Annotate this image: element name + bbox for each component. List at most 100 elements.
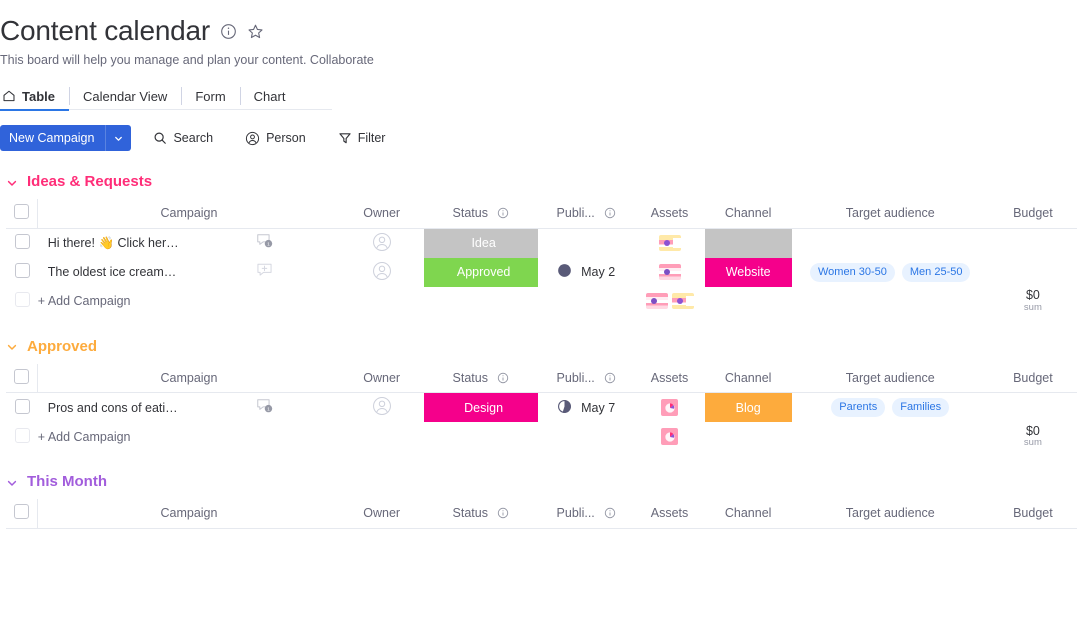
column-header-channel[interactable]: Channel [705, 499, 792, 528]
channel-cell[interactable] [705, 228, 792, 258]
owner-cell[interactable] [340, 228, 424, 258]
search-button[interactable]: Search [143, 125, 223, 151]
campaign-name-cell[interactable]: The oldest ice cream maker alive shares … [38, 258, 189, 287]
asset-thumbnail[interactable] [659, 264, 681, 280]
status-pill[interactable]: Approved [424, 258, 544, 287]
owner-cell[interactable] [340, 393, 424, 423]
conversation-cell[interactable]: 1 [189, 228, 340, 258]
info-circle-icon[interactable] [220, 23, 237, 40]
column-info-icon[interactable] [604, 507, 616, 519]
audience-tag[interactable]: Parents [831, 398, 885, 417]
channel-pill[interactable]: Blog [705, 393, 792, 422]
add-comment-icon[interactable] [255, 269, 274, 283]
budget-cell[interactable] [989, 393, 1077, 423]
row-checkbox[interactable] [14, 504, 29, 519]
tab-form[interactable]: Form [181, 82, 239, 110]
column-header-publish[interactable]: Publi... [538, 499, 634, 528]
channel-pill-empty[interactable] [705, 229, 792, 258]
row-checkbox[interactable] [15, 234, 30, 249]
channel-pill[interactable]: Website [705, 258, 792, 287]
publish-cell[interactable]: May 7 [538, 393, 634, 423]
column-info-icon[interactable] [497, 207, 509, 219]
channel-cell[interactable]: Website [705, 258, 792, 287]
row-select-cell[interactable] [6, 258, 37, 287]
group-header[interactable]: Ideas & Requests [0, 173, 1077, 190]
column-header-channel[interactable]: Channel [705, 364, 792, 393]
person-button[interactable]: Person [235, 125, 316, 151]
publish-date[interactable]: May 7 [538, 399, 634, 417]
comment-bubble-icon[interactable]: 1 [255, 240, 274, 254]
select-all-cell[interactable] [6, 364, 37, 393]
audience-cell[interactable]: Women 30-50Men 25-50 [792, 258, 989, 287]
status-pill[interactable]: Design [424, 393, 544, 422]
table-row[interactable]: Pros and cons of eating ice cream in the… [0, 393, 1077, 423]
asset-thumbnail[interactable] [661, 428, 678, 445]
assets-cell[interactable] [634, 258, 704, 287]
status-cell[interactable]: Idea [424, 228, 538, 258]
column-header-assets[interactable]: Assets [634, 199, 704, 228]
avatar-placeholder-icon[interactable] [372, 261, 392, 281]
row-checkbox[interactable] [15, 292, 30, 307]
column-header-budget[interactable]: Budget [989, 364, 1077, 393]
budget-cell[interactable] [989, 258, 1077, 287]
status-cell[interactable]: Approved [424, 258, 538, 287]
select-all-cell[interactable] [6, 199, 37, 228]
column-header-status[interactable]: Status [424, 364, 538, 393]
publish-date[interactable]: May 2 [538, 263, 634, 281]
audience-tag[interactable]: Women 30-50 [810, 263, 895, 282]
status-cell[interactable]: Design [424, 393, 538, 423]
add-campaign-row[interactable]: + Add Campaign$0sum [0, 422, 1077, 451]
tab-chart[interactable]: Chart [240, 82, 300, 110]
row-select-cell[interactable] [6, 393, 37, 423]
add-campaign-button[interactable]: + Add Campaign [38, 422, 189, 451]
column-info-icon[interactable] [604, 207, 616, 219]
column-info-icon[interactable] [497, 507, 509, 519]
row-checkbox[interactable] [15, 428, 30, 443]
column-header-owner[interactable]: Owner [340, 499, 424, 528]
row-select-cell[interactable] [6, 228, 37, 258]
column-header-budget[interactable]: Budget [989, 199, 1077, 228]
star-icon[interactable] [247, 23, 264, 40]
conversation-cell[interactable]: 1 [189, 393, 340, 423]
chevron-down-icon[interactable] [105, 125, 131, 151]
column-header-owner[interactable]: Owner [340, 199, 424, 228]
column-header-channel[interactable]: Channel [705, 199, 792, 228]
column-header-campaign[interactable]: Campaign [38, 499, 340, 528]
tab-calendar-view[interactable]: Calendar View [69, 82, 181, 110]
select-all-cell[interactable] [6, 499, 37, 528]
campaign-name-cell[interactable]: Pros and cons of eating ice cream in the… [38, 393, 189, 423]
column-header-budget[interactable]: Budget [989, 499, 1077, 528]
channel-cell[interactable]: Blog [705, 393, 792, 423]
column-header-status[interactable]: Status [424, 199, 538, 228]
column-header-audience[interactable]: Target audience [792, 199, 989, 228]
status-pill[interactable]: Idea [424, 229, 544, 258]
table-row[interactable]: Hi there! 👋 Click here for more informat… [0, 228, 1077, 258]
column-header-assets[interactable]: Assets [634, 499, 704, 528]
assets-cell[interactable] [634, 228, 704, 258]
avatar-placeholder-icon[interactable] [372, 396, 392, 416]
add-campaign-row[interactable]: + Add Campaign$0sum [0, 287, 1077, 316]
column-header-assets[interactable]: Assets [634, 364, 704, 393]
row-checkbox[interactable] [15, 263, 30, 278]
avatar-placeholder-icon[interactable] [372, 232, 392, 252]
column-header-audience[interactable]: Target audience [792, 499, 989, 528]
assets-cell[interactable] [634, 393, 704, 423]
column-info-icon[interactable] [497, 372, 509, 384]
new-campaign-button[interactable]: New Campaign [0, 125, 131, 151]
publish-cell[interactable]: May 2 [538, 258, 634, 287]
group-header[interactable]: This Month [0, 473, 1077, 490]
column-info-icon[interactable] [604, 372, 616, 384]
column-header-publish[interactable]: Publi... [538, 199, 634, 228]
column-header-owner[interactable]: Owner [340, 364, 424, 393]
asset-thumbnail[interactable] [659, 235, 681, 251]
filter-button[interactable]: Filter [328, 125, 396, 151]
audience-cell[interactable]: ParentsFamilies [792, 393, 989, 423]
comment-bubble-icon[interactable]: 1 [255, 405, 274, 419]
group-header[interactable]: Approved [0, 338, 1077, 355]
row-checkbox[interactable] [14, 204, 29, 219]
column-header-status[interactable]: Status [424, 499, 538, 528]
row-checkbox[interactable] [14, 369, 29, 384]
table-row[interactable]: The oldest ice cream maker alive shares … [0, 258, 1077, 287]
chevron-down-icon[interactable] [6, 476, 18, 488]
budget-cell[interactable] [989, 228, 1077, 258]
